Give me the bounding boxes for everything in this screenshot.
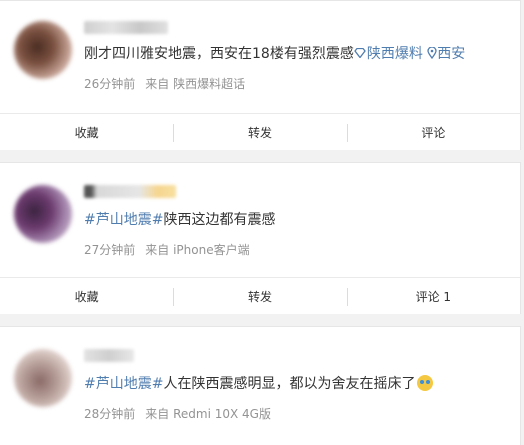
post-text: #芦山地震#人在陕西震感明显，都以为舍友在摇床了	[84, 375, 434, 393]
crying-face-icon	[417, 375, 434, 391]
repost-button[interactable]: 转发	[173, 114, 346, 152]
post-meta: 27分钟前 来自 iPhone客户端	[84, 241, 260, 258]
post-text-main: 刚才四川雅安地震，西安在18楼有强烈震感	[84, 46, 354, 62]
action-bar: 收藏 转发 评论 1	[0, 277, 520, 316]
favorite-button[interactable]: 收藏	[0, 114, 173, 152]
post-card: 刚才四川雅安地震，西安在18楼有强烈震感 陕西爆料 西安 26分钟前 来自 陕西爆料…	[0, 0, 521, 150]
avatar[interactable]	[14, 185, 72, 243]
username-blurred[interactable]	[84, 21, 168, 34]
post-text: #芦山地震#陕西这边都有震感	[84, 212, 276, 228]
post-time[interactable]: 27分钟前	[84, 243, 135, 257]
post-source[interactable]: 来自 iPhone客户端	[145, 243, 249, 257]
comment-button[interactable]: 评论	[346, 114, 520, 152]
post-source[interactable]: 来自 陕西爆料超话	[145, 77, 245, 91]
hashtag-link[interactable]: #芦山地震#	[84, 376, 163, 392]
topic-link[interactable]: 陕西爆料	[354, 46, 423, 62]
post-time[interactable]: 26分钟前	[84, 77, 135, 91]
comment-button[interactable]: 评论 1	[346, 278, 520, 316]
post-card: #芦山地震#人在陕西震感明显，都以为舍友在摇床了 28分钟前 来自 Redmi 1…	[0, 326, 521, 445]
post-meta: 26分钟前 来自 陕西爆料超话	[84, 75, 255, 92]
action-bar: 收藏 转发 评论	[0, 113, 520, 152]
post-time[interactable]: 28分钟前	[84, 407, 135, 421]
location-icon	[427, 47, 437, 59]
diamond-icon	[354, 47, 366, 59]
avatar[interactable]	[14, 349, 72, 407]
avatar[interactable]	[14, 21, 72, 79]
hashtag-link[interactable]: #芦山地震#	[84, 212, 163, 228]
username-blurred[interactable]	[84, 185, 176, 198]
post-meta: 28分钟前 来自 Redmi 10X 4G版	[84, 405, 281, 422]
post-text: 刚才四川雅安地震，西安在18楼有强烈震感 陕西爆料 西安	[84, 45, 465, 63]
favorite-button[interactable]: 收藏	[0, 278, 173, 316]
post-source[interactable]: 来自 Redmi 10X 4G版	[145, 407, 271, 421]
username-blurred[interactable]	[84, 349, 134, 362]
post-card: #芦山地震#陕西这边都有震感 27分钟前 来自 iPhone客户端 收藏 转发 评…	[0, 162, 521, 314]
location-link[interactable]: 西安	[427, 46, 465, 62]
repost-button[interactable]: 转发	[173, 278, 346, 316]
